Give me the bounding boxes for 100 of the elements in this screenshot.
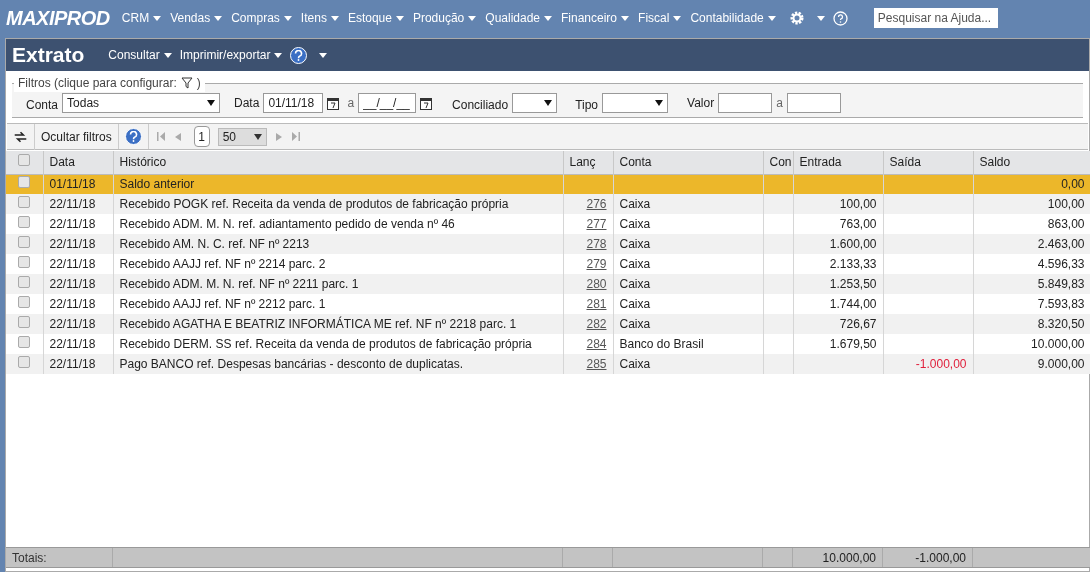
table-cell: 5.849,83 [1037, 277, 1085, 291]
table-cell: Caixa [619, 357, 651, 371]
table-row[interactable]: 01/11/18 Saldo anterior 0,00 [6, 174, 1090, 194]
page-menu-item[interactable]: Consultar [108, 46, 172, 64]
table-row[interactable]: 22/11/18 Recebido DERM. SS ref. Receita da venda de produtos de fabricação própria 284 Banco do Brasil 1.679,50 10.000,00 [6, 334, 1090, 354]
caret-icon [544, 16, 552, 22]
menu-item[interactable]: Estoque [347, 9, 404, 27]
caret-icon [544, 99, 553, 107]
menu-item[interactable]: Produção [412, 9, 477, 27]
table-row[interactable]: 22/11/18 Pago BANCO ref. Despesas bancárias - desconto de duplicatas. 285 Caixa -1.000,00 9.000,00 [6, 354, 1090, 374]
row-checkbox[interactable] [18, 296, 31, 308]
column-header[interactable]: Saída [883, 151, 973, 174]
table-cell: 9.000,00 [1037, 357, 1085, 371]
filter-label: a [776, 95, 783, 112]
table-cell: 22/11/18 [49, 337, 96, 351]
table-row[interactable]: 22/11/18 Recebido AGATHA E BEATRIZ INFORMÁTICA ME ref. NF nº 2218 parc. 1 282 Caixa 726,67 8.320,50 [6, 314, 1090, 334]
menu-item[interactable]: Contabilidade [690, 9, 776, 27]
table-row[interactable]: 22/11/18 Recebido AM. N. C. ref. NF nº 2213 278 Caixa 1.600,00 2.463,00 [6, 234, 1090, 254]
calendar-icon[interactable] [420, 96, 433, 110]
table-row[interactable]: 22/11/18 Recebido AAJJ ref. NF nº 2214 parc. 2 279 Caixa 2.133,33 4.596,33 [6, 254, 1090, 274]
caret-icon [330, 16, 339, 22]
entry-link[interactable]: 276 [586, 197, 607, 211]
type-select[interactable] [602, 93, 669, 113]
caret-icon [214, 16, 223, 22]
help-icon[interactable] [124, 128, 142, 145]
table-row[interactable]: 22/11/18 Recebido POGK ref. Receita da venda de produtos de fabricação própria 276 Caixa 100,00 100,00 [6, 194, 1090, 214]
caret-icon [163, 53, 172, 59]
help-icon[interactable] [290, 46, 308, 64]
row-checkbox[interactable] [18, 236, 31, 248]
first-page-icon[interactable] [156, 132, 166, 141]
table-cell: 2.133,33 [829, 257, 877, 271]
menu-item[interactable]: Financeiro [561, 9, 630, 27]
table-cell: 7.593,83 [1037, 297, 1085, 311]
row-checkbox[interactable] [18, 256, 31, 268]
table-cell: 8.320,50 [1037, 317, 1085, 331]
row-checkbox[interactable] [18, 196, 31, 208]
last-page-icon[interactable] [290, 132, 300, 141]
entry-link[interactable]: 281 [586, 297, 607, 311]
menu-item[interactable]: Qualidade [485, 9, 552, 27]
caret-icon [153, 16, 162, 22]
date-field[interactable]: 01/11/18 [263, 93, 324, 113]
table-cell: 100,00 [1047, 197, 1085, 211]
column-header[interactable]: Saldo [973, 151, 1090, 174]
caret-icon [283, 16, 292, 22]
column-header[interactable]: Lanç [563, 151, 613, 174]
caret-icon [655, 99, 664, 107]
brand-logo[interactable]: MAXIPROD [6, 3, 110, 33]
row-checkbox[interactable] [18, 276, 31, 288]
menu-item[interactable]: Itens [300, 9, 339, 27]
row-checkbox[interactable] [18, 356, 31, 368]
calendar-icon[interactable] [327, 96, 340, 110]
value-field[interactable] [718, 93, 773, 113]
row-checkbox[interactable] [18, 154, 31, 167]
row-checkbox[interactable] [18, 216, 31, 228]
previous-page-icon[interactable] [173, 132, 182, 141]
hide-filters-button[interactable]: Ocultar filtros [35, 124, 119, 149]
total-value: 10.000,00 [822, 549, 876, 567]
table-cell: Caixa [619, 237, 651, 251]
table-cell: 1.744,00 [829, 297, 877, 311]
filter-icon[interactable] [180, 77, 193, 89]
entry-link[interactable]: 280 [586, 277, 607, 291]
settings-icon[interactable] [788, 10, 805, 26]
menu-item[interactable]: CRM [121, 9, 162, 27]
entry-link[interactable]: 284 [586, 337, 607, 351]
entry-link[interactable]: 277 [586, 217, 607, 231]
menu-item[interactable]: Compras [231, 9, 292, 27]
page-size-select[interactable]: 50 [217, 127, 267, 146]
column-header[interactable]: Con [763, 151, 793, 174]
page-menu-item[interactable]: Imprimir/exportar [179, 46, 283, 64]
row-checkbox[interactable] [18, 316, 31, 328]
account-select[interactable]: Todas [62, 93, 221, 113]
entry-link[interactable]: 278 [586, 237, 607, 251]
reconciled-select[interactable] [512, 93, 558, 113]
value-field[interactable] [786, 93, 841, 113]
table-row[interactable]: 22/11/18 Recebido ADM. M. N. ref. NF nº 2211 parc. 1 280 Caixa 1.253,50 5.849,83 [6, 274, 1090, 294]
search-field[interactable]: Pesquisar na Ajuda... [873, 8, 998, 28]
entry-link[interactable]: 285 [586, 357, 607, 371]
menu-item[interactable]: Fiscal [638, 9, 682, 27]
column-header[interactable]: Entrada [793, 151, 883, 174]
entry-link[interactable]: 279 [586, 257, 607, 271]
column-header[interactable]: Data [43, 151, 113, 174]
help-icon[interactable] [832, 10, 848, 26]
column-header[interactable]: Conta [613, 151, 763, 174]
table-cell: Pago BANCO ref. Despesas bancárias - desconto de duplicatas. [119, 357, 464, 371]
table-cell: 10.000,00 [1031, 337, 1085, 351]
table-cell: Recebido ADM. M. N. ref. NF nº 2211 parc. 1 [119, 277, 359, 291]
table-cell: Recebido AM. N. C. ref. NF nº 2213 [119, 237, 310, 251]
page-number-field[interactable]: 1 [193, 126, 210, 147]
filter-label: a [347, 95, 355, 112]
entry-link[interactable]: 282 [586, 317, 607, 331]
table-cell: 0,00 [1061, 177, 1085, 192]
table-row[interactable]: 22/11/18 Recebido ADM. M. N. ref. adiantamento pedido de venda nº 46 277 Caixa 763,00 863,00 [6, 214, 1090, 234]
menu-item[interactable]: Vendas [170, 9, 223, 27]
row-checkbox[interactable] [18, 176, 31, 189]
row-checkbox[interactable] [18, 336, 31, 348]
table-row[interactable]: 22/11/18 Recebido AAJJ ref. NF nº 2212 parc. 1 281 Caixa 1.744,00 7.593,83 [6, 294, 1090, 314]
date-field[interactable]: __/__/__ [358, 93, 417, 113]
next-page-icon[interactable] [274, 132, 283, 141]
column-header[interactable]: Histórico [113, 151, 563, 174]
filter-label: Valor [687, 95, 715, 112]
